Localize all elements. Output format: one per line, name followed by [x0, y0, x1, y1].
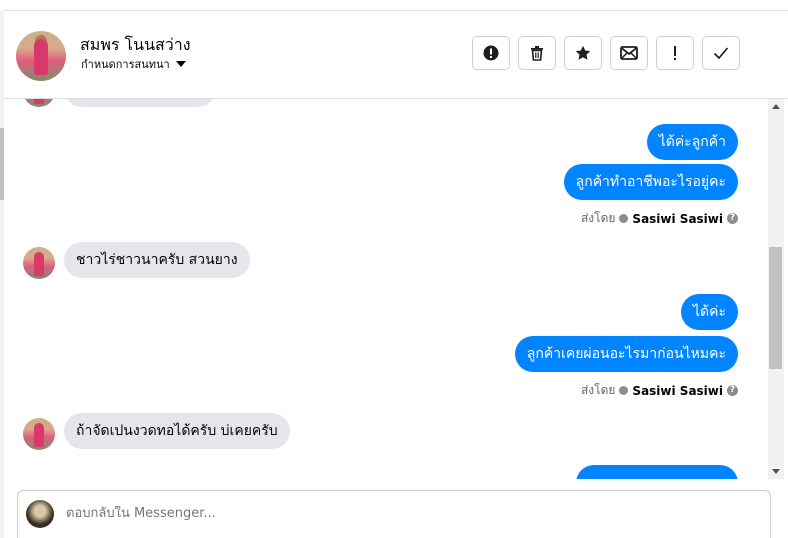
reply-input[interactable]	[66, 506, 666, 521]
outgoing-message[interactable]: ลูกค้าเคยผ่อนอะไรมาก่อนไหมคะ	[514, 336, 738, 372]
scroll-thumb[interactable]	[769, 247, 782, 369]
help-icon[interactable]: ?	[727, 213, 738, 224]
exclamation-icon	[674, 46, 676, 60]
sender-name[interactable]: Sasiwi Sasiwi	[632, 212, 723, 226]
contact-avatar[interactable]	[16, 31, 66, 81]
conversation-header: สมพร โนนสว่าง กำหนดการสนทนา	[4, 11, 788, 99]
star-button[interactable]	[564, 36, 602, 70]
help-icon[interactable]: ?	[727, 385, 738, 396]
scroll-up-arrow-icon[interactable]	[772, 104, 780, 109]
envelope-icon	[620, 46, 638, 60]
sent-by-info: ส่งโดย Sasiwi Sasiwi ?	[581, 209, 738, 228]
outgoing-message[interactable]: ลูกค้าทำอาชีพอะไรอยู่คะ	[563, 164, 738, 200]
window-top-bar	[0, 0, 788, 11]
sent-by-label: ส่งโดย	[580, 211, 616, 225]
check-icon	[713, 47, 729, 60]
star-icon	[575, 45, 591, 60]
sent-by-label: ส่งโดย	[580, 383, 616, 397]
spam-button[interactable]	[656, 36, 694, 70]
sent-by-info: ส่งโดย Sasiwi Sasiwi ?	[581, 381, 738, 400]
reply-composer	[17, 490, 771, 538]
mark-unread-button[interactable]	[610, 36, 648, 70]
incoming-message-partial[interactable]	[64, 99, 216, 107]
alert-circle-icon	[483, 45, 499, 61]
outgoing-message[interactable]: ได้ค่ะลูกค้า	[646, 124, 738, 160]
done-button[interactable]	[702, 36, 740, 70]
report-button[interactable]	[472, 36, 510, 70]
contact-avatar-small[interactable]	[23, 418, 55, 450]
scroll-down-arrow-icon[interactable]	[772, 469, 780, 474]
verified-icon	[619, 214, 629, 223]
delete-button[interactable]	[518, 36, 556, 70]
header-actions	[472, 36, 740, 70]
outgoing-message[interactable]: ได้ค่ะ	[680, 294, 738, 330]
incoming-message[interactable]: ถ้าจัดเปนงวดทอได้ครับ บ่เคยครับ	[64, 413, 290, 449]
incoming-message[interactable]: ชาวไร่ชาวนาครับ สวนยาง	[64, 242, 250, 278]
thread-scrollbar[interactable]	[768, 99, 784, 479]
verified-icon	[619, 386, 629, 395]
page-avatar	[26, 500, 54, 528]
contact-avatar-small[interactable]	[23, 247, 55, 279]
assign-label: กำหนดการสนทนา	[81, 58, 170, 71]
contact-avatar-small[interactable]	[23, 99, 55, 107]
trash-icon	[531, 46, 543, 61]
outgoing-message-partial[interactable]	[576, 465, 738, 479]
caret-down-icon	[175, 61, 186, 67]
assign-conversation-dropdown[interactable]: กำหนดการสนทนา	[81, 55, 186, 73]
message-thread[interactable]: ได้ค่ะลูกค้า ลูกค้าทำอาชีพอะไรอยู่คะ ส่ง…	[4, 99, 768, 479]
sender-name[interactable]: Sasiwi Sasiwi	[632, 384, 723, 398]
